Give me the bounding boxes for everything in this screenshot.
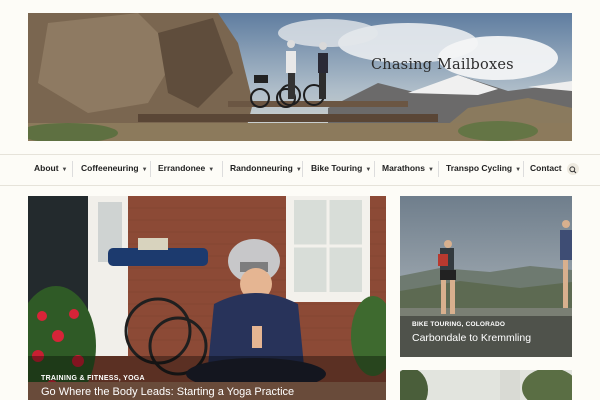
nav-divider — [72, 161, 73, 177]
nav-item-errandonee[interactable]: Errandonee ▼ — [158, 163, 214, 173]
nav-divider — [302, 161, 303, 177]
nav-divider — [150, 161, 151, 177]
nav-item-transpo-cycling[interactable]: Transpo Cycling ▼ — [446, 163, 521, 173]
nav-divider — [523, 161, 524, 177]
nav-item-label: Randonneuring — [230, 163, 293, 173]
site-title[interactable]: Chasing Mailboxes — [371, 57, 514, 73]
nav-item-bike-touring[interactable]: Bike Touring ▼ — [311, 163, 371, 173]
nav-item-randonneuring[interactable]: Randonneuring ▼ — [230, 163, 302, 173]
nav-item-label: About — [34, 163, 59, 173]
nav-item-label: Transpo Cycling — [446, 163, 513, 173]
chevron-down-icon: ▼ — [141, 167, 148, 173]
main-navigation: About ▼ Coffeeneuring ▼ Errandonee ▼ Randon… — [0, 154, 600, 186]
nav-item-coffeeneuring[interactable]: Coffeeneuring ▼ — [81, 163, 148, 173]
nav-item-label: Coffeeneuring — [81, 163, 139, 173]
featured-post-title[interactable]: Go Where the Body Leads: Starting a Yoga… — [41, 386, 294, 398]
header-banner-image[interactable]: Chasing Mailboxes — [28, 13, 572, 141]
banner-photo — [28, 13, 572, 141]
nav-item-label: Errandonee — [158, 163, 206, 173]
featured-post-categories[interactable]: Training & Fitness, Yoga — [41, 375, 145, 382]
chevron-down-icon: ▼ — [365, 167, 372, 173]
chevron-down-icon: ▼ — [295, 167, 302, 173]
nav-item-contact[interactable]: Contact — [530, 163, 562, 173]
search-icon — [569, 166, 577, 174]
side-post-title[interactable]: Carbondale to Kremmling — [412, 332, 531, 344]
nav-item-label: Bike Touring — [311, 163, 363, 173]
chevron-down-icon: ▼ — [427, 167, 434, 173]
chevron-down-icon: ▼ — [208, 167, 215, 173]
nav-item-label: Marathons — [382, 163, 425, 173]
chevron-down-icon: ▼ — [61, 167, 68, 173]
chevron-down-icon: ▼ — [515, 167, 522, 173]
nav-item-label: Contact — [530, 163, 562, 173]
side-post-categories[interactable]: Bike Touring, Colorado — [412, 321, 505, 328]
featured-post-card[interactable] — [28, 196, 386, 400]
nav-item-about[interactable]: About ▼ — [34, 163, 68, 173]
search-button[interactable] — [567, 163, 579, 175]
side-post-image-2 — [400, 370, 572, 400]
nav-item-marathons[interactable]: Marathons ▼ — [382, 163, 434, 173]
side-post-card-2[interactable] — [400, 370, 572, 400]
nav-divider — [438, 161, 439, 177]
featured-post-image — [28, 196, 386, 400]
nav-divider — [374, 161, 375, 177]
nav-divider — [222, 161, 223, 177]
